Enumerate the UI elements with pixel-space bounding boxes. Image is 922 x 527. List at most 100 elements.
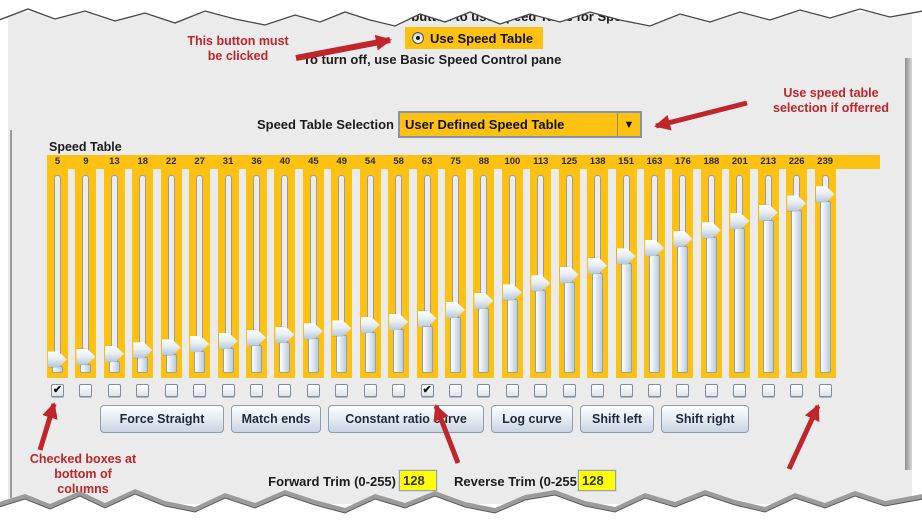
radio-selected-icon[interactable] (412, 32, 424, 44)
speed-slider[interactable] (530, 169, 551, 378)
column-checkbox[interactable] (790, 384, 803, 397)
speed-slider[interactable] (274, 169, 295, 378)
column-checkbox[interactable] (364, 384, 377, 397)
column-checkbox-checked[interactable]: ✔ (51, 384, 64, 397)
speed-slider[interactable] (331, 169, 352, 378)
use-speed-table-option[interactable]: Use Speed Table (405, 27, 543, 49)
speed-slider[interactable] (75, 169, 96, 378)
speed-slider[interactable] (132, 169, 153, 378)
column-checkbox[interactable] (506, 384, 519, 397)
slider-thumb[interactable] (730, 213, 749, 229)
slider-track[interactable] (54, 175, 61, 372)
slider-thumb[interactable] (816, 186, 835, 202)
slider-thumb[interactable] (503, 284, 522, 300)
slider-thumb[interactable] (673, 231, 692, 247)
speed-slider[interactable] (417, 169, 438, 378)
column-checkbox[interactable] (762, 384, 775, 397)
button-constant-ratio-curve[interactable]: Constant ratio curve (328, 405, 484, 433)
slider-thumb[interactable] (219, 333, 238, 349)
slider-thumb[interactable] (759, 205, 778, 221)
column-checkbox[interactable] (165, 384, 178, 397)
slider-thumb[interactable] (787, 195, 806, 211)
column-checkbox[interactable] (563, 384, 576, 397)
speed-slider[interactable] (587, 169, 608, 378)
column-checkbox[interactable] (449, 384, 462, 397)
slider-thumb[interactable] (702, 222, 721, 238)
speed-slider[interactable] (644, 169, 665, 378)
speed-slider[interactable] (815, 169, 836, 378)
slider-thumb[interactable] (76, 349, 95, 365)
column-checkbox[interactable] (733, 384, 746, 397)
dropdown-arrow-icon[interactable]: ▼ (617, 113, 640, 136)
slider-thumb[interactable] (588, 258, 607, 274)
column-checkbox[interactable] (250, 384, 263, 397)
column-checkbox[interactable] (79, 384, 92, 397)
slider-thumb[interactable] (275, 327, 294, 343)
speed-slider[interactable] (445, 169, 466, 378)
speed-slider[interactable] (161, 169, 182, 378)
speed-slider[interactable] (218, 169, 239, 378)
column-checkbox-checked[interactable]: ✔ (421, 384, 434, 397)
slider-thumb[interactable] (247, 330, 266, 346)
speed-slider[interactable] (729, 169, 750, 378)
slider-thumb[interactable] (361, 317, 380, 333)
slider-thumb[interactable] (645, 240, 664, 256)
speed-slider[interactable] (360, 169, 381, 378)
speed-slider[interactable] (388, 169, 409, 378)
forward-trim-input[interactable] (399, 470, 437, 491)
column-checkbox[interactable] (477, 384, 490, 397)
slider-thumb[interactable] (162, 339, 181, 355)
column-checkbox[interactable] (819, 384, 832, 397)
speed-slider[interactable] (473, 169, 494, 378)
column-checkbox[interactable] (222, 384, 235, 397)
slider-thumb[interactable] (304, 323, 323, 339)
column-checkbox[interactable] (136, 384, 149, 397)
column-checkbox[interactable] (648, 384, 661, 397)
button-shift-left[interactable]: Shift left (580, 405, 654, 433)
speed-slider[interactable] (47, 169, 68, 378)
slider-thumb[interactable] (48, 351, 67, 367)
column-checkbox[interactable] (193, 384, 206, 397)
slider-track[interactable] (82, 175, 89, 372)
column-checkbox[interactable] (108, 384, 121, 397)
speed-slider[interactable] (616, 169, 637, 378)
slider-thumb[interactable] (474, 293, 493, 309)
column-value-label: 5 (43, 156, 73, 167)
speed-slider[interactable] (502, 169, 523, 378)
slider-thumb[interactable] (133, 342, 152, 358)
speed-slider[interactable] (104, 169, 125, 378)
speed-slider[interactable] (672, 169, 693, 378)
slider-thumb[interactable] (531, 275, 550, 291)
reverse-trim-input[interactable] (578, 470, 616, 491)
slider-thumb[interactable] (418, 311, 437, 327)
button-shift-right[interactable]: Shift right (661, 405, 749, 433)
slider-thumb[interactable] (190, 336, 209, 352)
speed-slider[interactable] (189, 169, 210, 378)
slider-track[interactable] (111, 175, 118, 372)
speed-slider[interactable] (758, 169, 779, 378)
slider-thumb[interactable] (389, 314, 408, 330)
speed-slider[interactable] (786, 169, 807, 378)
slider-thumb[interactable] (560, 267, 579, 283)
speed-slider[interactable] (246, 169, 267, 378)
speed-table-selection-dropdown[interactable]: User Defined Speed Table ▼ (398, 111, 642, 138)
column-checkbox[interactable] (591, 384, 604, 397)
column-checkbox[interactable] (705, 384, 718, 397)
speed-slider[interactable] (701, 169, 722, 378)
column-checkbox[interactable] (307, 384, 320, 397)
slider-thumb[interactable] (105, 346, 124, 362)
slider-thumb[interactable] (446, 302, 465, 318)
slider-thumb[interactable] (617, 248, 636, 264)
speed-slider[interactable] (303, 169, 324, 378)
slider-thumb[interactable] (332, 320, 351, 336)
column-checkbox[interactable] (534, 384, 547, 397)
column-checkbox[interactable] (676, 384, 689, 397)
column-checkbox[interactable] (620, 384, 633, 397)
button-log-curve[interactable]: Log curve (491, 405, 573, 433)
column-checkbox[interactable] (278, 384, 291, 397)
speed-slider[interactable] (559, 169, 580, 378)
button-match-ends[interactable]: Match ends (231, 405, 321, 433)
column-checkbox[interactable] (335, 384, 348, 397)
column-checkbox[interactable] (392, 384, 405, 397)
button-force-straight[interactable]: Force Straight (100, 405, 224, 433)
